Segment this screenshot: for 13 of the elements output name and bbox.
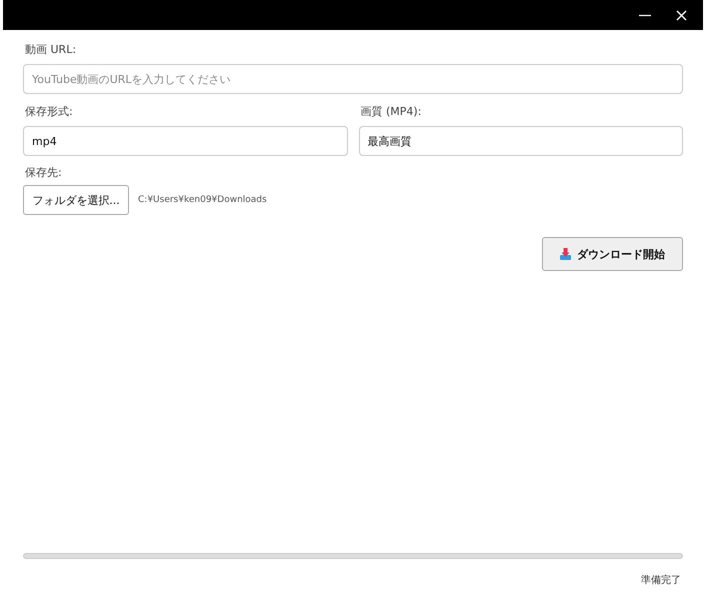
status-text: 準備完了	[641, 574, 681, 587]
field-label: 画質 (MP4):	[360, 105, 422, 119]
download-icon	[560, 248, 571, 260]
format-field[interactable]: mp4	[23, 126, 348, 156]
field-label: 動画 URL:	[25, 43, 76, 57]
select-folder-button[interactable]: フォルダを選択...	[23, 185, 129, 215]
folder-path: C:¥Users¥ken09¥Downloads	[138, 195, 267, 205]
url-field[interactable]: YouTube動画のURLを入力してください	[23, 64, 683, 94]
quality-field[interactable]: 最高画質	[358, 126, 683, 156]
download-button[interactable]: ダウンロード開始	[542, 237, 683, 271]
field-label: 保存形式:	[25, 105, 73, 119]
field-label: 保存先:	[25, 166, 62, 180]
close-icon	[676, 10, 686, 20]
